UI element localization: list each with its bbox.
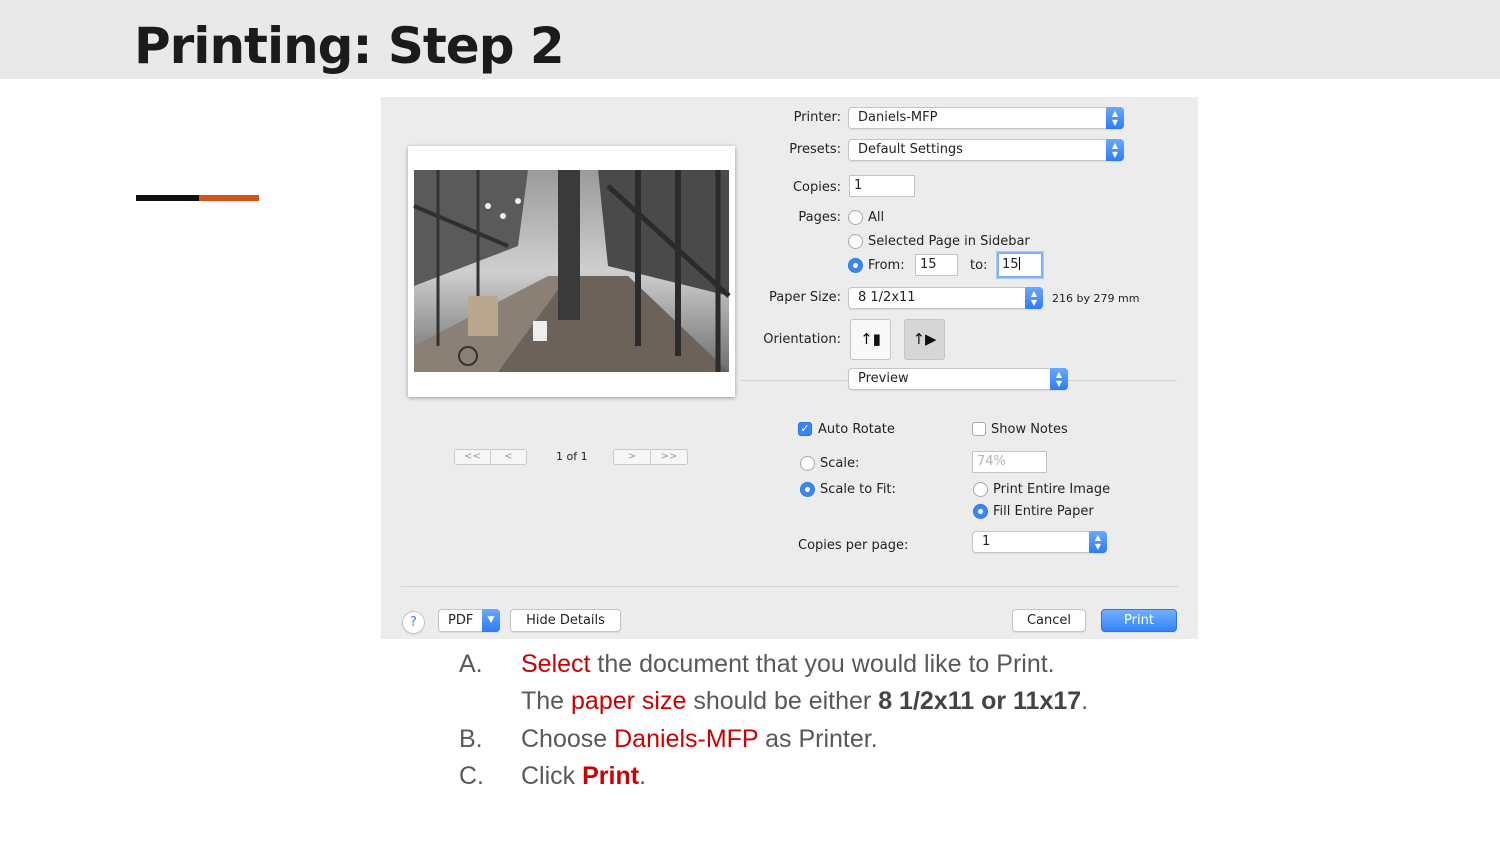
copies-per-page-value: 1 (982, 534, 991, 549)
step-text-post: the document that you would like to Prin… (590, 650, 1055, 678)
last-page-button[interactable]: >> (650, 450, 687, 464)
pages-from-radio[interactable] (848, 258, 863, 273)
scale-to-fit-radio[interactable] (800, 482, 815, 497)
pages-selected-label: Selected Page in Sidebar (868, 234, 1030, 249)
step-text: Click Print. (521, 758, 646, 795)
checkmark-icon: ✓ (800, 422, 810, 435)
page-preview[interactable] (408, 146, 735, 397)
help-button[interactable]: ? (402, 611, 425, 634)
step-highlight: Daniels-MFP (614, 725, 759, 753)
fill-entire-paper-radio[interactable] (973, 504, 988, 519)
hide-details-button[interactable]: Hide Details (510, 609, 621, 632)
pages-selected-radio[interactable] (848, 234, 863, 249)
first-page-button[interactable]: << (455, 450, 490, 464)
fill-entire-paper-label: Fill Entire Paper (993, 504, 1094, 519)
show-notes-label: Show Notes (991, 422, 1068, 437)
step-text: Choose Daniels-MFP as Printer. (521, 721, 878, 758)
pages-to-field[interactable]: 15 (997, 252, 1043, 278)
paper-dimensions: 216 by 279 mm (1052, 292, 1140, 305)
chevron-updown-icon: ▲ ▼ (1025, 287, 1043, 309)
scale-radio[interactable] (800, 456, 815, 471)
pager-label: 1 of 1 (556, 450, 588, 463)
print-entire-image-radio[interactable] (973, 482, 988, 497)
step-text-pre: Choose (521, 725, 615, 753)
slide-title: Printing: Step 2 (134, 17, 565, 75)
scale-label: Scale: (820, 456, 860, 471)
step-text-pre: The (521, 687, 572, 715)
show-notes-checkbox[interactable] (972, 422, 986, 436)
step-text-post: should be either (686, 687, 879, 715)
print-entire-image-label: Print Entire Image (993, 482, 1111, 497)
prev-page-button[interactable]: < (490, 450, 526, 464)
presets-select[interactable]: Default Settings ▲ ▼ (848, 139, 1124, 161)
paper-size-value: 8 1/2x11 (858, 290, 916, 305)
step-highlight: Print (582, 762, 640, 790)
step-letter: B. (459, 725, 483, 753)
step-text-post: . (639, 762, 647, 790)
pager-forward-group[interactable]: > >> (613, 449, 688, 465)
step-bold: 8 1/2x11 or 11x17 (878, 687, 1082, 715)
chevron-down-icon: ▼ (482, 609, 500, 632)
copies-label: Copies: (792, 180, 841, 195)
app-section-value: Preview (858, 371, 909, 386)
printer-value: Daniels-MFP (858, 110, 938, 125)
pager-back-group[interactable]: << < (454, 449, 527, 465)
presets-label: Presets: (789, 142, 841, 157)
pages-from-field[interactable]: 15 (915, 254, 958, 276)
print-button[interactable]: Print (1101, 609, 1177, 632)
step-letter: A. (459, 650, 483, 678)
pdf-menu-button[interactable]: PDF ▼ (438, 609, 500, 632)
scale-field[interactable]: 74% (972, 451, 1047, 473)
copies-field[interactable]: 1 (849, 175, 915, 197)
app-section-select[interactable]: Preview ▲ ▼ (848, 368, 1068, 390)
pdf-label: PDF (448, 613, 474, 628)
cancel-button[interactable]: Cancel (1012, 609, 1086, 632)
portrait-orientation-icon: ↑▮ (860, 330, 881, 348)
next-page-button[interactable]: > (614, 450, 650, 464)
auto-rotate-checkbox[interactable]: ✓ (798, 422, 812, 436)
step-text-pre: Click (521, 762, 583, 790)
pages-all-radio[interactable] (848, 210, 863, 225)
chevron-updown-icon: ▲ ▼ (1050, 368, 1068, 390)
pages-label: Pages: (798, 210, 841, 225)
auto-rotate-label: Auto Rotate (818, 422, 895, 437)
chevron-updown-icon: ▲ ▼ (1106, 107, 1124, 129)
step-text-end: . (1081, 687, 1089, 715)
footer-separator (401, 586, 1178, 587)
step-highlight: Select (521, 650, 591, 678)
print-dialog: << < 1 of 1 > >> Printer: Daniels-MFP ▲ ▼… (381, 97, 1198, 639)
step-text-post: as Printer. (758, 725, 878, 753)
portrait-orientation-button[interactable]: ↑▮ (850, 319, 891, 360)
step-text: Select the document that you would like … (521, 646, 1055, 683)
help-icon: ? (410, 615, 417, 630)
copies-per-page-label: Copies per page: (798, 538, 909, 553)
text-caret (1018, 257, 1020, 270)
chevron-updown-icon: ▲ ▼ (1106, 139, 1124, 161)
paper-size-label: Paper Size: (768, 290, 841, 305)
accent-line-black (136, 195, 199, 201)
accent-line-orange (199, 195, 259, 201)
scale-to-fit-label: Scale to Fit: (820, 482, 896, 497)
step-text: The paper size should be either 8 1/2x11… (521, 683, 1088, 720)
pages-from-label: From: (868, 258, 905, 273)
printer-label: Printer: (793, 110, 841, 125)
landscape-orientation-button[interactable]: ↑▶ (904, 319, 945, 360)
orientation-label: Orientation: (763, 332, 841, 347)
printer-select[interactable]: Daniels-MFP ▲ ▼ (848, 107, 1124, 129)
preview-image-icon (413, 170, 731, 372)
step-highlight: paper size (571, 687, 687, 715)
presets-value: Default Settings (858, 142, 963, 157)
copies-per-page-select[interactable]: 1 ▲ ▼ (972, 531, 1107, 553)
landscape-orientation-icon: ↑▶ (912, 330, 937, 348)
pages-to-value: 15 (1002, 257, 1019, 272)
pages-to-label: to: (970, 258, 988, 273)
chevron-updown-icon: ▲ ▼ (1089, 531, 1107, 553)
paper-size-select[interactable]: 8 1/2x11 ▲ ▼ (848, 287, 1043, 309)
step-letter: C. (459, 762, 484, 790)
pages-all-label: All (868, 210, 885, 225)
